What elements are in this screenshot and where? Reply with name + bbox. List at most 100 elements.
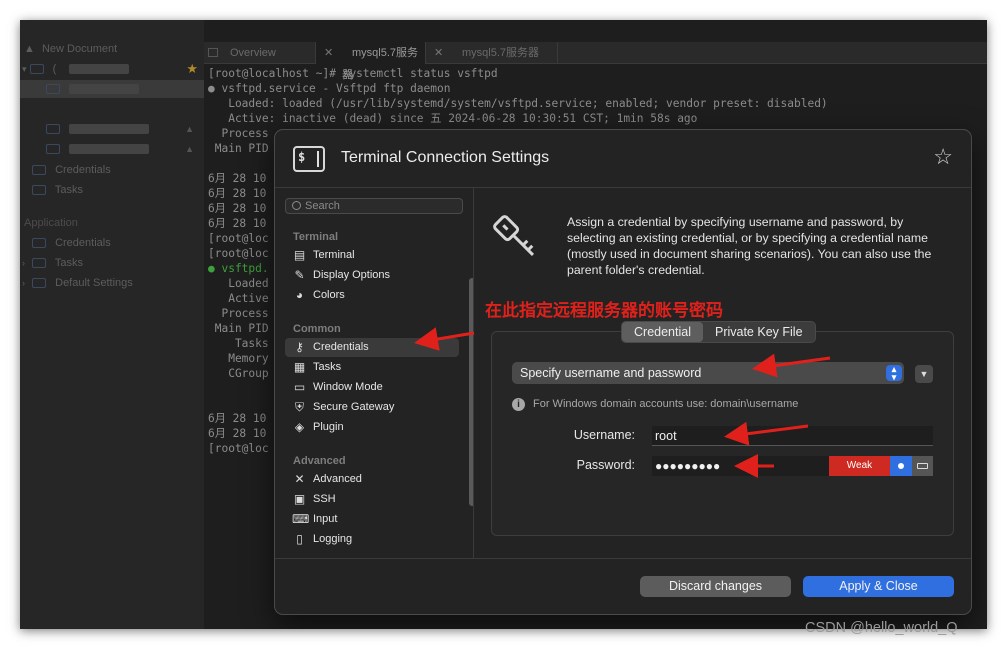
sidebar-item-default-settings[interactable]: › Default Settings [20,274,204,292]
keyboard-icon[interactable] [912,456,933,476]
redacted-text [69,84,140,95]
chevron-down-icon[interactable]: ▼ [915,365,933,383]
nav-item-credentials[interactable]: ⚷ Credentials [285,338,459,357]
terminal-line: Active: inactive (dead) since 五 2024-06-… [208,112,698,125]
annotation-text: 在此指定远程服务器的账号密码 [485,301,723,321]
nav-item-display-options[interactable]: ✎ Display Options [285,266,459,285]
terminal-icon-glyph: $ [298,150,306,164]
domain-hint: i For Windows domain accounts use: domain… [512,398,798,411]
terminal-line: Process [208,127,269,140]
tasks-icon: ▦ [293,360,306,374]
terminal-line: 6月 28 10 [208,187,267,200]
search-placeholder: Search [305,200,340,212]
tab-mysql-active[interactable]: ✕ mysql5.7服务器 [316,42,426,81]
nav-item-label: Input [313,513,338,525]
credential-mode-select[interactable]: Specify username and password ▴ ▾ [512,362,904,384]
sidebar-item-app-tasks[interactable]: › Tasks [20,254,204,272]
nav-item-label: Colors [313,289,345,301]
terminal-line: Process [208,307,269,320]
password-label: Password: [576,458,635,472]
discard-changes-button[interactable]: Discard changes [640,576,791,597]
sidebar-item-app-credentials[interactable]: Credentials [20,234,204,252]
terminal-line: Tasks [208,337,269,350]
close-icon[interactable]: ✕ [434,42,443,64]
up-down-arrows-icon: ▴ ▾ [886,365,902,382]
sidebar-item-label: New Document [41,43,118,55]
nav-item-label: Advanced [313,473,362,485]
watermark: CSDN @hello_world_Q [805,620,958,636]
show-password-toggle[interactable] [890,456,912,476]
connection-icon [46,84,60,95]
sidebar-item-connection-3[interactable]: ▲ [20,140,204,158]
dot-icon [898,463,904,469]
eject-icon[interactable]: ▲ [185,120,194,138]
tab-label: mysql5.7服务器 [462,47,540,59]
credential-mode-value: Specify username and password [520,366,702,380]
nav-item-tasks[interactable]: ▦ Tasks [285,358,459,377]
apply-close-button[interactable]: Apply & Close [803,576,954,597]
sidebar-item-credentials[interactable]: Credentials [20,161,204,179]
tools-icon: ✕ [294,472,305,486]
credential-type-segmented: Credential Private Key File [621,321,816,343]
sidebar-item-connection-2[interactable]: ▲ [20,120,204,138]
terminal-icon: $ [293,146,325,172]
nav-item-label: Window Mode [313,381,383,393]
tab-bar: Overview ✕ mysql5.7服务器 ✕ mysql5.7服务器 [204,42,987,81]
nav-item-advanced[interactable]: ✕ Advanced [285,470,459,489]
sidebar-item-label: Tasks [54,257,84,269]
sidebar-item-label: Tasks [54,184,83,196]
nav-item-colors[interactable]: ◕ Colors [285,286,459,305]
plugin-cube-icon: ◈ [294,420,305,434]
credential-panel: Specify username and password ▴ ▾ ▼ i For … [491,331,954,536]
sidebar-item-tasks[interactable]: Tasks [20,181,204,199]
palette-icon: ◕ [295,288,304,302]
terminal-line: Main PID [208,142,269,155]
key-icon: ⚷ [295,340,304,354]
chevron-down-icon: ▾ [22,64,27,74]
favorite-star-icon[interactable]: ★ [186,60,198,78]
redacted-text [69,64,130,75]
app-window: ▲ New Document ▾ ( ★ ▲ ▲ Credentials Tas… [20,20,987,629]
nav-item-label: SSH [313,493,336,505]
favorite-star-icon[interactable]: ☆ [933,144,953,170]
folder-icon [32,258,47,269]
terminal-line: [root@loc [208,232,269,245]
terminal-line: 6月 28 10 [208,412,267,425]
terminal-line: 6月 28 10 [208,217,267,230]
tab-mysql[interactable]: ✕ mysql5.7服务器 [426,42,558,64]
document-icon: ▯ [296,532,303,546]
hint-text: For Windows domain accounts use: domain\… [533,398,799,410]
username-field[interactable]: root [652,426,933,446]
sidebar-item-new-document[interactable]: ▲ New Document [20,40,204,58]
terminal-line: [root@loc [208,442,269,455]
close-icon[interactable]: ✕ [324,42,333,64]
ssh-icon: ▣ [293,492,306,506]
nav-item-label: Display Options [313,269,391,281]
search-input[interactable]: Search [285,198,463,214]
nav-item-input[interactable]: ⌨ Input [285,510,459,529]
nav-item-terminal[interactable]: ▤ Terminal [285,246,459,265]
dialog-footer: Discard changes Apply & Close [275,558,971,614]
nav-section-terminal: Terminal [293,231,339,243]
password-field[interactable]: ●●●●●●●●● [652,456,829,476]
nav-item-ssh[interactable]: ▣ SSH [285,490,459,509]
eject-icon[interactable]: ▲ [185,140,194,158]
segment-private-key-file[interactable]: Private Key File [703,322,815,342]
nav-item-secure-gateway[interactable]: ⛨ Secure Gateway [285,398,459,417]
segment-credential[interactable]: Credential [622,322,703,342]
tab-overview[interactable]: Overview [204,42,316,64]
nav-item-label: Tasks [313,361,342,373]
settings-nav: Search Terminal ▤ Terminal ✎ Display Optio… [283,194,473,554]
terminal-connection-settings-dialog: $ Terminal Connection Settings ☆ Search … [274,129,972,615]
sidebar-item-connection-1[interactable] [20,80,204,98]
nav-item-label: Plugin [313,421,344,433]
username-label: Username: [573,428,635,442]
info-icon: i [512,398,525,411]
keyboard-icon: ⌨ [292,512,310,526]
terminal-icon: ▤ [293,248,306,262]
nav-item-logging[interactable]: ▯ Logging [285,530,459,549]
sidebar-item-label: Default Settings [55,277,133,289]
nav-item-plugin[interactable]: ◈ Plugin [285,418,459,437]
nav-item-window-mode[interactable]: ▭ Window Mode [285,378,459,397]
sidebar-item-folder[interactable]: ▾ ( ★ [20,60,204,78]
